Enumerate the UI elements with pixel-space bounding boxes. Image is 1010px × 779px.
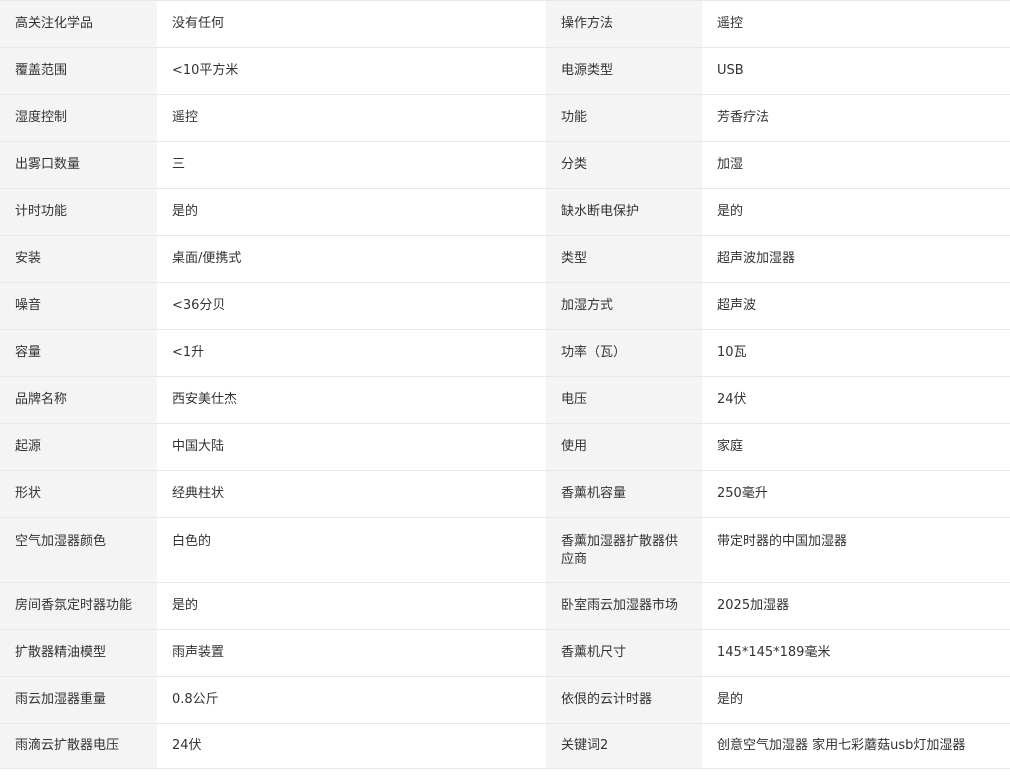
spec-label: 覆盖范围 [0,47,157,95]
spec-value: 10瓦 [702,329,1010,377]
spec-label: 电源类型 [546,47,702,95]
spec-value: 加湿 [702,141,1010,189]
spec-label: 香薰机尺寸 [546,629,702,677]
spec-label: 功能 [546,94,702,142]
spec-label: 加湿方式 [546,282,702,330]
spec-label: 湿度控制 [0,94,157,142]
spec-value: <1升 [157,329,546,377]
spec-value: 是的 [702,188,1010,236]
spec-label: 分类 [546,141,702,189]
spec-value: 三 [157,141,546,189]
spec-row: 高关注化学品 没有任何 操作方法 遥控 [0,0,1010,48]
spec-label: 扩散器精油模型 [0,629,157,677]
spec-value: 是的 [157,582,546,630]
spec-label: 房间香氛定时器功能 [0,582,157,630]
spec-label: 高关注化学品 [0,0,157,48]
spec-label: 功率（瓦） [546,329,702,377]
spec-value: 经典柱状 [157,470,546,518]
spec-row: 湿度控制 遥控 功能 芳香疗法 [0,94,1010,142]
spec-label: 电压 [546,376,702,424]
spec-value: 24伏 [702,376,1010,424]
spec-table-body: 高关注化学品 没有任何 操作方法 遥控 覆盖范围 <10平方米 电源类型 USB… [0,0,1010,769]
spec-value: 家庭 [702,423,1010,471]
spec-row: 出雾口数量 三 分类 加湿 [0,141,1010,189]
spec-label: 噪音 [0,282,157,330]
spec-label: 香薰加湿器扩散器供应商 [546,517,702,583]
product-spec-table: 高关注化学品 没有任何 操作方法 遥控 覆盖范围 <10平方米 电源类型 USB… [0,0,1010,769]
spec-label: 品牌名称 [0,376,157,424]
spec-value: <36分贝 [157,282,546,330]
spec-value: 遥控 [157,94,546,142]
spec-row: 安装 桌面/便携式 类型 超声波加湿器 [0,235,1010,283]
spec-value: USB [702,47,1010,95]
spec-row: 起源 中国大陆 使用 家庭 [0,423,1010,471]
spec-row: 扩散器精油模型 雨声装置 香薰机尺寸 145*145*189毫米 [0,629,1010,677]
spec-label: 香薰机容量 [546,470,702,518]
spec-value: 带定时器的中国加湿器 [702,517,1010,583]
spec-value: <10平方米 [157,47,546,95]
spec-value: 中国大陆 [157,423,546,471]
spec-value: 白色的 [157,517,546,583]
spec-row: 容量 <1升 功率（瓦） 10瓦 [0,329,1010,377]
spec-row: 空气加湿器颜色 白色的 香薰加湿器扩散器供应商 带定时器的中国加湿器 [0,517,1010,583]
spec-row: 计时功能 是的 缺水断电保护 是的 [0,188,1010,236]
spec-row: 房间香氛定时器功能 是的 卧室雨云加湿器市场 2025加湿器 [0,582,1010,630]
spec-label: 卧室雨云加湿器市场 [546,582,702,630]
spec-value: 0.8公斤 [157,676,546,724]
spec-label: 起源 [0,423,157,471]
spec-label: 雨云加湿器重量 [0,676,157,724]
spec-value: 2025加湿器 [702,582,1010,630]
spec-row: 品牌名称 西安美仕杰 电压 24伏 [0,376,1010,424]
spec-label: 安装 [0,235,157,283]
spec-value: 是的 [702,676,1010,724]
spec-row: 雨滴云扩散器电压 24伏 关键词2 创意空气加湿器 家用七彩蘑菇usb灯加湿器 [0,723,1010,769]
spec-value: 遥控 [702,0,1010,48]
spec-row: 噪音 <36分贝 加湿方式 超声波 [0,282,1010,330]
spec-label: 出雾口数量 [0,141,157,189]
spec-value: 145*145*189毫米 [702,629,1010,677]
spec-value: 西安美仕杰 [157,376,546,424]
spec-label: 关键词2 [546,723,702,769]
spec-value: 没有任何 [157,0,546,48]
spec-value: 超声波 [702,282,1010,330]
spec-value: 创意空气加湿器 家用七彩蘑菇usb灯加湿器 [702,723,1010,769]
spec-label: 空气加湿器颜色 [0,517,157,583]
spec-label: 依佷的云计时器 [546,676,702,724]
spec-label: 缺水断电保护 [546,188,702,236]
spec-row: 形状 经典柱状 香薰机容量 250毫升 [0,470,1010,518]
spec-value: 是的 [157,188,546,236]
spec-row: 雨云加湿器重量 0.8公斤 依佷的云计时器 是的 [0,676,1010,724]
spec-value: 桌面/便携式 [157,235,546,283]
spec-value: 芳香疗法 [702,94,1010,142]
spec-label: 使用 [546,423,702,471]
spec-value: 雨声装置 [157,629,546,677]
spec-label: 形状 [0,470,157,518]
spec-label: 容量 [0,329,157,377]
spec-row: 覆盖范围 <10平方米 电源类型 USB [0,47,1010,95]
spec-value: 超声波加湿器 [702,235,1010,283]
spec-label: 操作方法 [546,0,702,48]
spec-label: 雨滴云扩散器电压 [0,723,157,769]
spec-value: 250毫升 [702,470,1010,518]
spec-label: 计时功能 [0,188,157,236]
spec-value: 24伏 [157,723,546,769]
spec-label: 类型 [546,235,702,283]
